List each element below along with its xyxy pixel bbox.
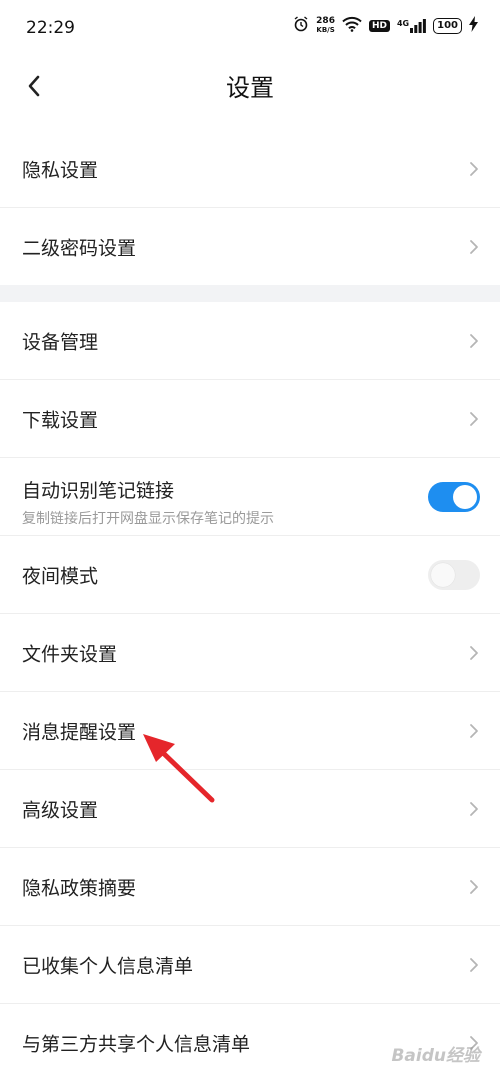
row-device-management[interactable]: 设备管理: [0, 302, 500, 380]
settings-group-general: 设备管理 下载设置 自动识别笔记链接 复制链接后打开网盘显示保存笔记的提示 夜间…: [0, 302, 500, 1081]
toggle-knob: [453, 484, 477, 509]
night-mode-toggle[interactable]: [428, 559, 480, 590]
section-divider: [0, 285, 500, 302]
network-type: 4G: [396, 18, 410, 28]
speed-value: 286: [316, 15, 335, 26]
row-label: 设备管理: [22, 331, 99, 353]
watermark-logo: Baidu经验: [391, 1046, 480, 1066]
row-privacy-settings[interactable]: 隐私设置: [0, 130, 500, 208]
signal-icon: 4G: [396, 18, 427, 33]
speed-unit: KB/S: [316, 25, 335, 34]
row-description: 复制链接后打开网盘显示保存笔记的提示: [22, 511, 274, 527]
row-label: 隐私设置: [22, 159, 99, 181]
settings-group-security: 隐私设置 二级密码设置: [0, 130, 500, 285]
row-label: 夜间模式: [22, 565, 99, 587]
row-label: 隐私政策摘要: [22, 877, 137, 899]
row-download-settings[interactable]: 下载设置: [0, 380, 500, 458]
page-title: 设置: [226, 74, 274, 102]
chevron-right-icon: [470, 333, 478, 348]
row-secondary-password[interactable]: 二级密码设置: [0, 208, 500, 285]
chevron-right-icon: [470, 879, 478, 894]
status-bar: 22:29 286 KB/S HD 4G 100: [0, 0, 500, 60]
charging-icon: [469, 16, 478, 35]
toggle-knob: [431, 562, 455, 587]
row-label: 与第三方共享个人信息清单: [22, 1033, 251, 1055]
alarm-icon: [293, 16, 309, 35]
row-collected-info-list[interactable]: 已收集个人信息清单: [0, 926, 500, 1004]
header-bar: 设置: [0, 60, 500, 130]
network-speed: 286 KB/S: [316, 15, 335, 35]
chevron-right-icon: [470, 161, 478, 176]
row-label: 下载设置: [22, 409, 99, 431]
row-label: 高级设置: [22, 799, 99, 821]
status-icons: 286 KB/S HD 4G 100: [293, 16, 478, 35]
chevron-right-icon: [470, 957, 478, 972]
hd-badge: HD: [368, 19, 390, 32]
row-label: 二级密码设置: [22, 237, 137, 259]
auto-recognize-toggle[interactable]: [428, 481, 480, 512]
row-folder-settings[interactable]: 文件夹设置: [0, 614, 500, 692]
chevron-right-icon: [470, 411, 478, 426]
chevron-right-icon: [470, 801, 478, 816]
row-privacy-policy-summary[interactable]: 隐私政策摘要: [0, 848, 500, 926]
chevron-right-icon: [470, 645, 478, 660]
row-message-reminder[interactable]: 消息提醒设置: [0, 692, 500, 770]
row-label: 文件夹设置: [22, 643, 118, 665]
row-label: 已收集个人信息清单: [22, 955, 194, 977]
row-label: 消息提醒设置: [22, 721, 137, 743]
wifi-icon: [342, 16, 362, 35]
battery-indicator: 100: [433, 17, 462, 34]
row-advanced-settings[interactable]: 高级设置: [0, 770, 500, 848]
row-auto-recognize-links: 自动识别笔记链接 复制链接后打开网盘显示保存笔记的提示: [0, 458, 500, 536]
row-night-mode: 夜间模式: [0, 536, 500, 614]
chevron-right-icon: [470, 723, 478, 738]
chevron-right-icon: [470, 239, 478, 254]
row-label: 自动识别笔记链接: [22, 480, 175, 502]
status-time: 22:29: [26, 18, 75, 38]
